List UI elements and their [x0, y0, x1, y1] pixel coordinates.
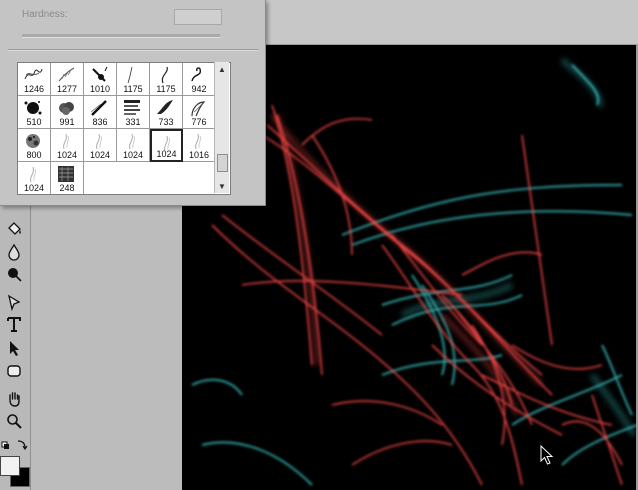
scroll-down-icon[interactable]: ▼ [218, 182, 226, 191]
faint-smoke-brush-icon [30, 166, 36, 183]
brush-preset-13[interactable]: 800 [18, 129, 51, 162]
shape-tool[interactable] [5, 362, 23, 380]
brush-size-label: 331 [125, 117, 141, 127]
text-texture-brush-icon [124, 100, 140, 115]
brush-size-label: 1010 [89, 84, 111, 94]
brush-size-label: 776 [191, 117, 207, 127]
splash-brush-icon [92, 66, 108, 82]
foreground-color-swatch[interactable] [0, 456, 20, 476]
faint-smoke-brush-icon [96, 133, 102, 150]
brush-preset-picker: Hardness: 1246 1277 1010 1175 1175 942 510 991 8… [0, 0, 266, 206]
hardness-label: Hardness: [22, 9, 68, 20]
brush-size-label: 510 [26, 117, 42, 127]
pen-tool[interactable] [5, 293, 23, 311]
arrow-select-icon [10, 341, 19, 356]
hand-icon [9, 392, 20, 407]
cloud-brush-icon [59, 102, 74, 115]
brush-preset-6[interactable]: 942 [183, 63, 216, 96]
brush-preset-19[interactable]: 1024 [18, 162, 51, 194]
grunge-brush-icon [26, 134, 40, 148]
streak-brush-icon [90, 100, 107, 116]
brush-size-label: 1016 [188, 150, 210, 160]
brush-size-label: 942 [191, 84, 207, 94]
color-swap-controls[interactable] [1, 438, 29, 454]
paint-bucket-tool[interactable] [5, 220, 23, 238]
brush-preset-16[interactable]: 1024 [117, 129, 150, 162]
brush-preset-12[interactable]: 776 [183, 96, 216, 129]
panel-divider [8, 49, 258, 51]
dodge-icon [8, 268, 22, 282]
blur-tool[interactable] [5, 243, 23, 261]
brush-size-label: 248 [59, 183, 75, 193]
brush-size-label: 1175 [156, 84, 176, 94]
document-tab-bar [264, 0, 638, 44]
brush-preset-1[interactable]: 1246 [18, 63, 51, 96]
brush-size-label: 991 [59, 117, 75, 127]
ink-splatter-brush-icon [24, 101, 42, 115]
brush-preset-15[interactable]: 1024 [84, 129, 117, 162]
brush-preset-20[interactable]: 248 [51, 162, 84, 194]
brush-preset-9[interactable]: 836 [84, 96, 117, 129]
brush-size-label: 1024 [122, 150, 144, 160]
brush-preset-5[interactable]: 1175 [150, 63, 183, 96]
brush-size-label: 1175 [123, 84, 143, 94]
curl-brush-icon [161, 66, 168, 84]
swap-colors-icon [1, 440, 28, 451]
paint-bucket-icon [8, 222, 21, 235]
dodge-tool[interactable] [5, 265, 23, 283]
faint-smoke-brush-icon [129, 133, 135, 150]
brush-preset-18[interactable]: 1016 [183, 129, 216, 162]
brush-preset-10[interactable]: 331 [117, 96, 150, 129]
hand-tool[interactable] [5, 390, 23, 408]
brush-preset-8[interactable]: 991 [51, 96, 84, 129]
faint-smoke-brush-icon [195, 133, 201, 150]
wing-brush-icon [157, 100, 173, 114]
type-icon [7, 317, 21, 332]
brush-preset-11[interactable]: 733 [150, 96, 183, 129]
scroll-thumb[interactable] [217, 154, 228, 172]
rounded-rect-icon [7, 365, 21, 377]
brush-preset-3[interactable]: 1010 [84, 63, 117, 96]
preset-scrollbar[interactable]: ▲ ▼ [214, 62, 229, 193]
brush-size-label: 1024 [89, 150, 111, 160]
mouse-cursor-icon [540, 445, 554, 465]
magnifier-icon [7, 414, 22, 429]
brush-size-label: 1024 [23, 183, 45, 193]
plume-brush-icon [191, 101, 206, 117]
scribble-brush-icon [24, 68, 43, 80]
brush-size-label: 1024 [56, 150, 78, 160]
scroll-up-icon[interactable]: ▲ [218, 65, 226, 74]
brush-preset-grid: 1246 1277 1010 1175 1175 942 510 991 836 331 733 77… [17, 62, 231, 195]
brush-size-label: 1246 [23, 84, 45, 94]
hardness-input[interactable] [174, 9, 222, 25]
brush-size-label: 800 [26, 150, 42, 160]
type-tool[interactable] [5, 315, 23, 333]
brush-size-label: 1277 [56, 84, 78, 94]
feather-brush-icon [58, 67, 75, 82]
brush-size-label: 1024 [156, 149, 177, 159]
path-selection-tool[interactable] [5, 339, 23, 357]
brush-preset-14[interactable]: 1024 [51, 129, 84, 162]
swirl-brush-icon [191, 67, 202, 82]
zoom-tool[interactable] [5, 412, 23, 430]
water-drop-icon [8, 243, 20, 261]
brush-size-label: 836 [92, 117, 108, 127]
brush-size-label: 733 [158, 117, 174, 127]
brush-preset-2[interactable]: 1277 [51, 63, 84, 96]
pen-icon [8, 294, 21, 311]
brush-preset-4[interactable]: 1175 [117, 63, 150, 96]
brush-preset-17[interactable]: 1024 [150, 129, 183, 162]
color-swatches[interactable] [0, 456, 30, 487]
texture-block-brush-icon [58, 166, 74, 182]
hardness-slider[interactable] [22, 34, 220, 38]
brush-preset-7[interactable]: 510 [18, 96, 51, 129]
faint-smoke-brush-icon [63, 133, 69, 150]
thin-stroke-brush-icon [127, 66, 133, 84]
